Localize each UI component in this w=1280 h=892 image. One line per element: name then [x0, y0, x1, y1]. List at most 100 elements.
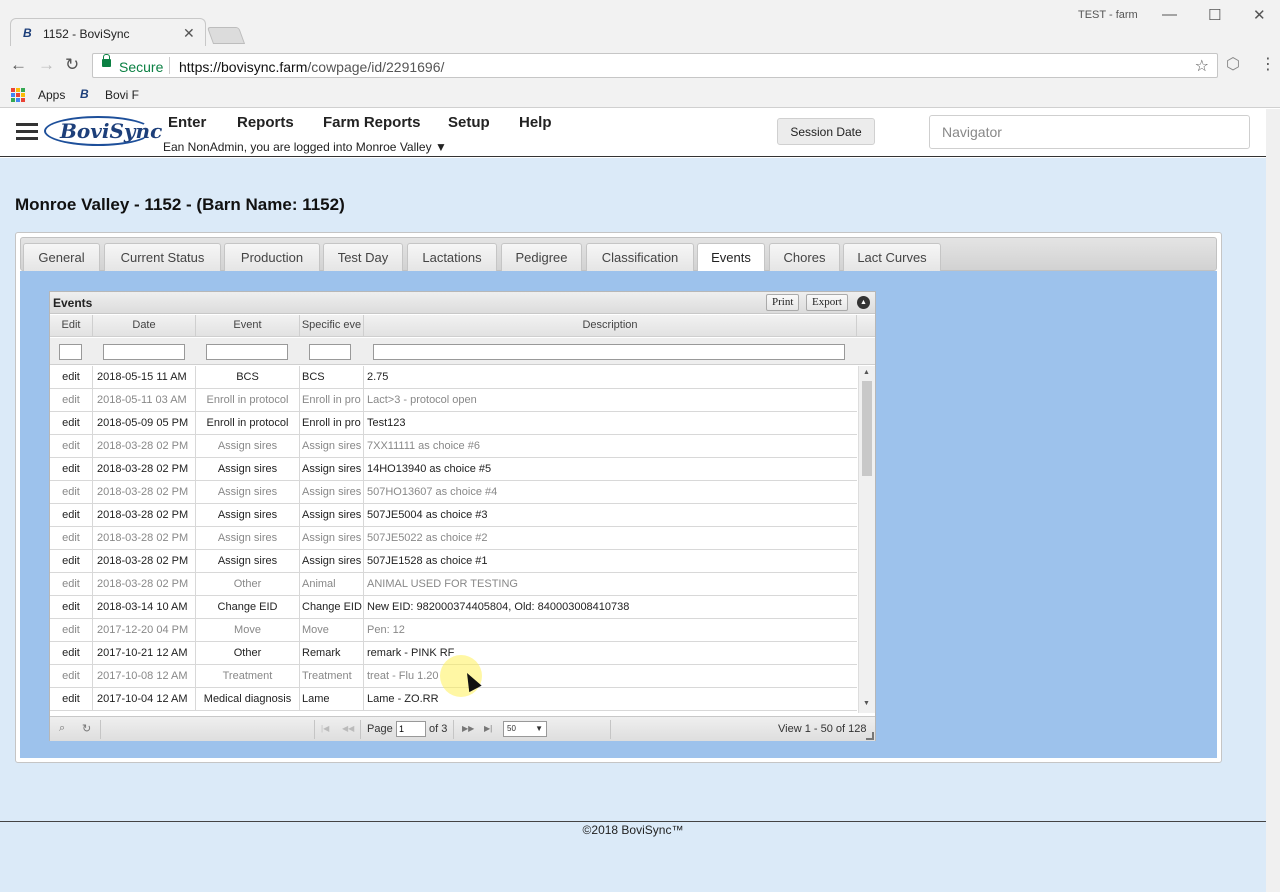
table-row[interactable]: edit 2018-03-28 02 PM Assign sires Assign s…: [50, 481, 857, 504]
table-row[interactable]: edit 2018-03-28 02 PM Assign sires Assign s…: [50, 435, 857, 458]
row-description: 507JE5022 as choice #2: [367, 532, 488, 544]
footer-divider: [0, 821, 1266, 822]
row-edit-link[interactable]: edit: [50, 458, 93, 480]
tab-title: 1152 - BoviSync: [43, 27, 130, 41]
table-row[interactable]: edit 2018-03-28 02 PM Assign sires Assign s…: [50, 550, 857, 573]
apps-grid-icon[interactable]: [11, 88, 25, 102]
column-header-event[interactable]: Event: [196, 315, 300, 337]
row-edit-link[interactable]: edit: [50, 665, 93, 687]
table-row[interactable]: edit 2018-05-11 03 AM Enroll in protocol En…: [50, 389, 857, 412]
farm-selector[interactable]: Ean NonAdmin, you are logged into Monroe…: [163, 140, 447, 154]
column-header-date[interactable]: Date: [93, 315, 196, 337]
row-edit-link[interactable]: edit: [50, 550, 93, 572]
row-edit-link[interactable]: edit: [50, 527, 93, 549]
tab-classification[interactable]: Classification: [586, 243, 694, 273]
new-tab-button[interactable]: [206, 27, 246, 44]
row-edit-link[interactable]: edit: [50, 389, 93, 411]
menu-help[interactable]: Help: [519, 114, 552, 131]
bookmark-apps[interactable]: Apps: [38, 88, 65, 102]
filter-specific-input[interactable]: [309, 344, 351, 360]
tab-events[interactable]: Events: [697, 243, 765, 274]
tab-production[interactable]: Production: [224, 243, 320, 273]
first-page-icon[interactable]: |◀: [321, 724, 329, 733]
pager-separator: [100, 720, 101, 739]
extension-icon[interactable]: ⬡: [1226, 54, 1240, 74]
row-specific-event: Treatment: [300, 665, 364, 687]
row-edit-link[interactable]: edit: [50, 412, 93, 434]
bovisync-logo[interactable]: BoviSync: [44, 114, 162, 148]
address-bar[interactable]: Secure https://bovisync.farm/cowpage/id/…: [92, 53, 1218, 78]
filter-edit-input[interactable]: [59, 344, 82, 360]
navigator-input[interactable]: [929, 115, 1250, 149]
maximize-icon[interactable]: ☐: [1208, 6, 1221, 24]
last-page-icon[interactable]: ▶|: [484, 724, 492, 733]
row-date: 2018-03-28 02 PM: [93, 550, 196, 572]
prev-page-icon[interactable]: ◀◀: [342, 724, 354, 733]
tab-lact-curves[interactable]: Lact Curves: [843, 243, 941, 273]
tab-pedigree[interactable]: Pedigree: [501, 243, 582, 273]
menu-farm-reports[interactable]: Farm Reports: [323, 114, 421, 131]
collapse-icon[interactable]: ▲: [857, 296, 870, 309]
refresh-icon[interactable]: ↻: [82, 722, 91, 735]
tab-lactations[interactable]: Lactations: [407, 243, 497, 273]
table-row[interactable]: edit 2018-05-09 05 PM Enroll in protocol En…: [50, 412, 857, 435]
tab-general[interactable]: General: [23, 243, 100, 273]
row-description: Lact>3 - protocol open: [367, 394, 477, 406]
tab-test-day[interactable]: Test Day: [323, 243, 403, 273]
close-window-icon[interactable]: ✕: [1253, 6, 1266, 24]
print-button[interactable]: Print: [766, 294, 800, 311]
table-row[interactable]: edit 2018-03-28 02 PM Assign sires Assign s…: [50, 527, 857, 550]
browser-tab[interactable]: B 1152 - BoviSync ✕: [10, 18, 206, 47]
close-tab-icon[interactable]: ✕: [183, 25, 195, 42]
reload-icon[interactable]: ↻: [65, 55, 79, 75]
menu-reports[interactable]: Reports: [237, 114, 294, 131]
table-row[interactable]: edit 2017-12-20 04 PM Move Move Pen: 12: [50, 619, 857, 642]
row-edit-link[interactable]: edit: [50, 435, 93, 457]
scroll-down-icon[interactable]: ▼: [863, 700, 870, 707]
export-button[interactable]: Export: [806, 294, 848, 311]
grid-scrollbar[interactable]: ▲ ▼: [858, 366, 875, 713]
bookmark-bovi[interactable]: Bovi F: [105, 88, 139, 102]
column-header-edit[interactable]: Edit: [50, 315, 93, 337]
row-edit-link[interactable]: edit: [50, 504, 93, 526]
page-number-input[interactable]: [396, 721, 426, 737]
filter-event-input[interactable]: [206, 344, 288, 360]
page-scrollbar[interactable]: [1266, 109, 1280, 892]
row-specific-event: Assign sires: [300, 458, 364, 480]
resize-grip-icon[interactable]: [866, 732, 874, 740]
tab-chores[interactable]: Chores: [769, 243, 840, 273]
column-header-description[interactable]: Description: [364, 315, 857, 337]
table-row[interactable]: edit 2018-03-14 10 AM Change EID Change EID…: [50, 596, 857, 619]
rows-per-page-select[interactable]: 50 ▼: [503, 721, 547, 737]
filter-date-input[interactable]: [103, 344, 185, 360]
bookmark-star-icon[interactable]: ☆: [1195, 56, 1209, 76]
menu-setup[interactable]: Setup: [448, 114, 490, 131]
row-edit-link[interactable]: edit: [50, 619, 93, 641]
table-row[interactable]: edit 2018-03-28 02 PM Assign sires Assign s…: [50, 504, 857, 527]
next-page-icon[interactable]: ▶▶: [462, 724, 474, 733]
forward-arrow-icon[interactable]: →: [38, 55, 55, 75]
row-edit-link[interactable]: edit: [50, 642, 93, 664]
column-header-specific-event[interactable]: Specific eve: [300, 315, 364, 337]
row-edit-link[interactable]: edit: [50, 573, 93, 595]
menu-kebab-icon[interactable]: ⋮: [1260, 54, 1276, 74]
row-description: 14HO13940 as choice #5: [367, 463, 492, 475]
filter-description-input[interactable]: [373, 344, 845, 360]
session-date-button[interactable]: Session Date: [777, 118, 875, 145]
tab-current-status[interactable]: Current Status: [104, 243, 221, 273]
profile-label[interactable]: TEST - farm: [1078, 9, 1138, 21]
scroll-thumb[interactable]: [862, 381, 872, 476]
row-edit-link[interactable]: edit: [50, 688, 93, 710]
row-edit-link[interactable]: edit: [50, 366, 93, 388]
table-row[interactable]: edit 2018-03-28 02 PM Other Animal ANIMAL US…: [50, 573, 857, 596]
table-row[interactable]: edit 2018-05-15 11 AM BCS BCS 2.75: [50, 366, 857, 389]
back-arrow-icon[interactable]: ←: [10, 55, 27, 75]
menu-enter[interactable]: Enter: [168, 114, 206, 131]
search-icon[interactable]: ⌕: [59, 722, 65, 735]
scroll-up-icon[interactable]: ▲: [863, 369, 870, 376]
minimize-icon[interactable]: —: [1162, 6, 1177, 23]
row-edit-link[interactable]: edit: [50, 596, 93, 618]
row-edit-link[interactable]: edit: [50, 481, 93, 503]
hamburger-menu-icon[interactable]: [16, 123, 38, 141]
table-row[interactable]: edit 2018-03-28 02 PM Assign sires Assign s…: [50, 458, 857, 481]
